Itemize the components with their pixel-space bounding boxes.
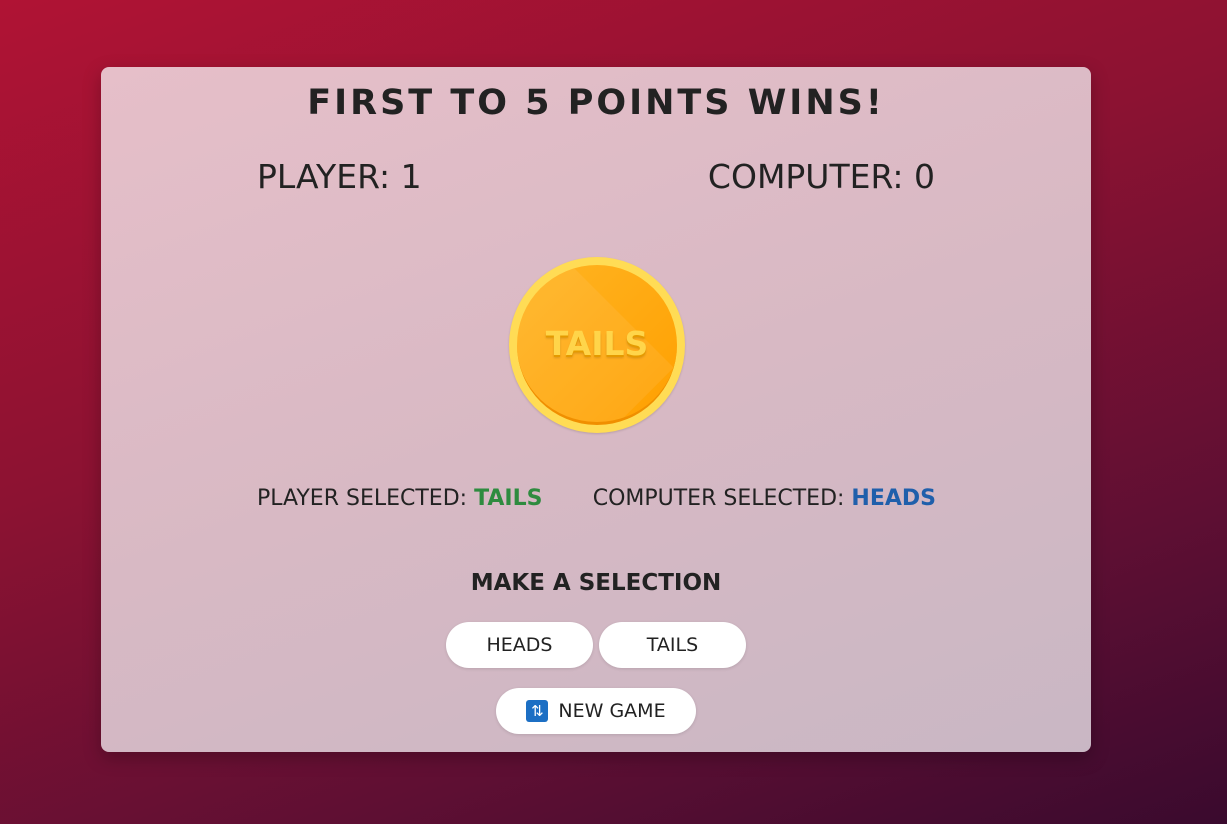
coin-face-label: TAILS <box>545 324 649 363</box>
new-game-label: NEW GAME <box>558 700 666 722</box>
refresh-icon: ⇅ <box>526 700 549 722</box>
computer-selection-label: COMPUTER SELECTED: <box>592 486 852 511</box>
player-selection-label: PLAYER SELECTED: <box>257 486 475 511</box>
game-title: FIRST TO 5 POINTS WINS! <box>307 83 885 123</box>
coin-face: TAILS <box>517 265 677 425</box>
selection-prompt: MAKE A SELECTION <box>470 570 722 596</box>
player-selection-value: TAILS <box>474 486 543 511</box>
computer-selection: COMPUTER SELECTED: HEADS <box>593 486 936 511</box>
new-game-button[interactable]: ⇅ NEW GAME <box>496 688 696 734</box>
computer-score: COMPUTER: 0 <box>707 157 935 196</box>
tails-button[interactable]: TAILS <box>599 622 746 668</box>
game-card: FIRST TO 5 POINTS WINS! PLAYER: 1 COMPUT… <box>101 67 1091 752</box>
player-selection: PLAYER SELECTED: TAILS <box>257 486 542 511</box>
heads-button[interactable]: HEADS <box>446 622 593 668</box>
computer-selection-value: HEADS <box>851 486 936 511</box>
player-score: PLAYER: 1 <box>257 157 422 196</box>
coin: TAILS <box>509 257 685 433</box>
